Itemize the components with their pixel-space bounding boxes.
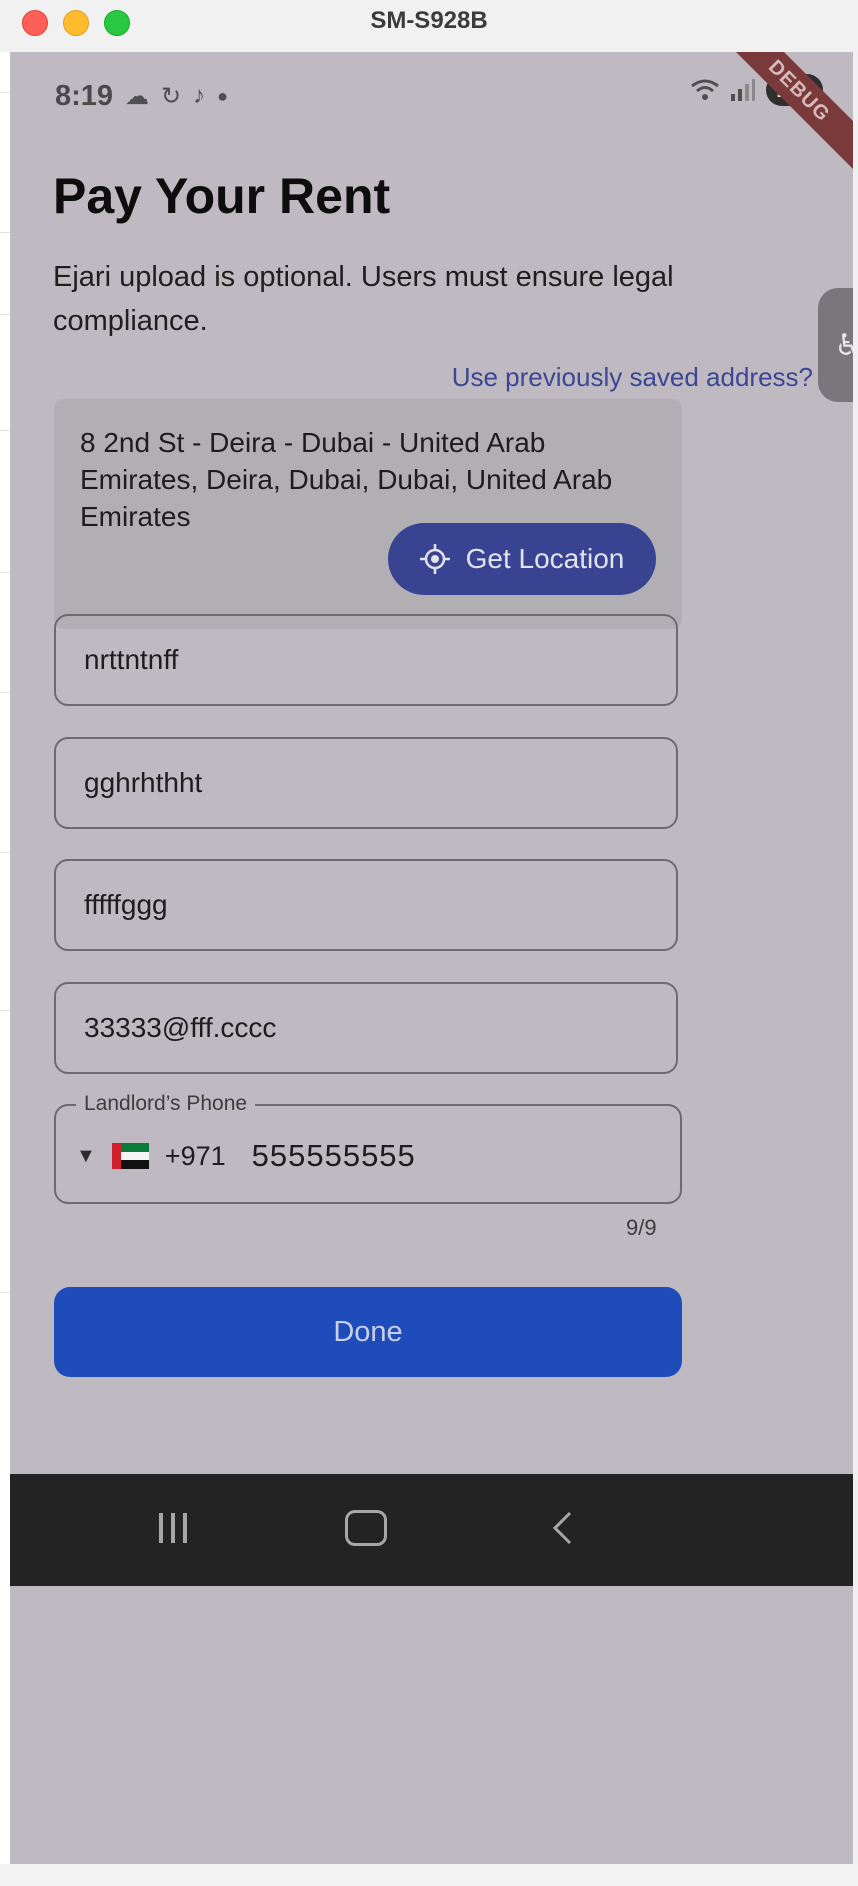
text-input-1[interactable] [84, 616, 644, 704]
phone-row: ▼ +971 555555555 [76, 1134, 416, 1178]
country-code[interactable]: +971 [165, 1141, 226, 1172]
done-button[interactable]: Done [54, 1287, 682, 1377]
cloud-icon: ☁ [125, 82, 150, 110]
recents-icon[interactable] [148, 1504, 198, 1552]
address-text: 8 2nd St - Deira - Dubai - United Arab E… [80, 427, 613, 532]
window-title: SM-S928B [370, 7, 488, 34]
phone-number-input[interactable]: 555555555 [252, 1138, 416, 1174]
dock-edge [0, 1864, 858, 1886]
uae-flag-icon[interactable] [111, 1143, 149, 1169]
tiktok-icon: ♪ [193, 82, 206, 109]
phone-character-counter: 9/9 [626, 1215, 657, 1240]
back-icon[interactable] [542, 1504, 582, 1552]
window-right-edge [853, 52, 858, 1886]
address-card: 8 2nd St - Deira - Dubai - United Arab E… [54, 399, 682, 629]
window-titlebar: SM-S928B [0, 0, 858, 53]
landlord-phone-field[interactable]: Landlord’s Phone ▼ +971 555555555 [54, 1092, 682, 1204]
sync-icon: ↻ [161, 82, 182, 110]
form-field-2[interactable] [54, 737, 678, 829]
status-time: 8:19 [55, 79, 114, 112]
use-saved-address-link[interactable]: Use previously saved address? [452, 362, 813, 393]
country-dropdown-icon[interactable]: ▼ [76, 1145, 96, 1168]
background-window-edge [0, 52, 10, 1886]
home-icon[interactable] [344, 1504, 388, 1552]
signal-icon [731, 79, 756, 101]
phone-screen: 8:19 ☁ ↻ ♪ ● 100 DEBUG Pay Your Rent Eja… [10, 52, 853, 1886]
page-title: Pay Your Rent [53, 168, 391, 224]
status-bar-left: 8:19 ☁ ↻ ♪ ● [55, 74, 228, 118]
my-location-icon [419, 544, 450, 574]
debug-banner: DEBUG [716, 52, 853, 174]
accessibility-menu-tab[interactable]: ♿ [818, 288, 853, 402]
landlord-phone-label: Landlord’s Phone [76, 1092, 256, 1116]
page-subtitle: Ejari upload is optional. Users must ens… [53, 261, 674, 337]
text-input-2[interactable] [84, 739, 644, 827]
email-field[interactable] [54, 982, 678, 1074]
get-location-button[interactable]: Get Location [388, 523, 656, 595]
email-input[interactable] [84, 984, 644, 1072]
accessibility-icon: ♿ [834, 328, 853, 362]
dot-icon: ● [217, 85, 229, 106]
form-field-1[interactable] [54, 614, 678, 706]
get-location-label: Get Location [465, 543, 625, 574]
form-field-3[interactable] [54, 859, 678, 951]
text-input-3[interactable] [84, 861, 644, 949]
android-nav-bar [10, 1474, 853, 1586]
wifi-icon [691, 79, 720, 100]
